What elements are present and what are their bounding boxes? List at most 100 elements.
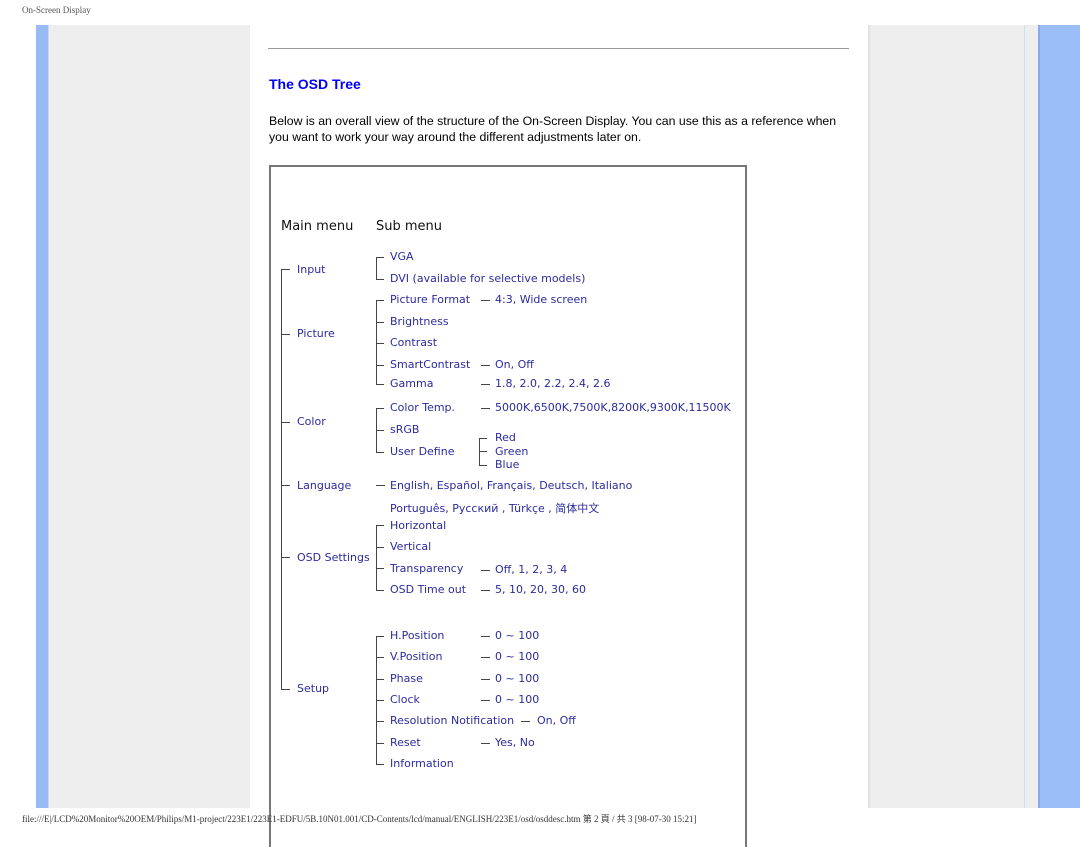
dash <box>481 408 490 409</box>
ud-tick-1 <box>479 451 487 452</box>
dash <box>481 590 490 591</box>
page-title: The OSD Tree <box>269 76 361 92</box>
ud-tick-0 <box>479 438 487 439</box>
dash <box>481 700 490 701</box>
sub-item-red: Red <box>495 431 516 444</box>
value-phase: 0 ~ 100 <box>495 672 540 685</box>
color-tick-0 <box>376 408 384 409</box>
osd-bracket <box>376 525 377 590</box>
value-transparency: Off, 1, 2, 3, 4 <box>495 563 568 576</box>
sub-item-osd-timeout: OSD Time out <box>390 583 467 596</box>
tick-input <box>281 269 290 270</box>
value-gamma: 1.8, 2.0, 2.2, 2.4, 2.6 <box>495 377 611 390</box>
left-side-panel <box>49 25 250 808</box>
dash <box>376 485 385 486</box>
dash <box>521 721 530 722</box>
sub-item-vga: VGA <box>390 250 414 263</box>
osd-tick-3 <box>376 590 384 591</box>
tick-picture <box>281 334 290 335</box>
left-accent-bar <box>36 25 49 808</box>
page-header-label: On-Screen Display <box>22 5 91 15</box>
right-side-panel <box>868 25 1027 808</box>
sub-menu-header: Sub menu <box>376 219 443 234</box>
sub-item-smartcontrast: SmartContrast <box>390 358 471 371</box>
page-footer-path: file:///E|/LCD%20Monitor%20OEM/Philips/M… <box>22 814 697 824</box>
picture-tick-2 <box>376 343 384 344</box>
setup-tick-3 <box>376 700 384 701</box>
tick-setup <box>281 689 290 690</box>
value-h-position: 0 ~ 100 <box>495 629 540 642</box>
dash <box>481 679 490 680</box>
input-bracket-bottom <box>376 279 384 280</box>
sub-item-transparency: Transparency <box>390 562 464 575</box>
right-gap-panel <box>1025 25 1038 808</box>
setup-tick-2 <box>376 679 384 680</box>
sub-item-picture-format: Picture Format <box>390 293 471 306</box>
main-item-color: Color <box>297 415 326 428</box>
sub-item-green: Green <box>495 445 529 458</box>
osd-tick-2 <box>376 568 384 569</box>
tick-osd <box>281 557 290 558</box>
dash <box>481 384 490 385</box>
dash <box>481 743 490 744</box>
picture-tick-4 <box>376 384 384 385</box>
main-item-setup: Setup <box>297 682 330 695</box>
picture-tick-1 <box>376 322 384 323</box>
sub-item-brightness: Brightness <box>390 315 449 328</box>
value-reset: Yes, No <box>495 736 535 749</box>
value-smartcontrast: On, Off <box>495 358 534 371</box>
sub-item-vertical: Vertical <box>390 540 432 553</box>
value-clock: 0 ~ 100 <box>495 693 540 706</box>
value-color-temp: 5000K,6500K,7500K,8200K,9300K,11500K <box>495 401 731 414</box>
sub-item-user-define: User Define <box>390 445 455 458</box>
value-osd-timeout: 5, 10, 20, 30, 60 <box>495 583 586 596</box>
main-menu-header: Main menu <box>281 219 354 234</box>
right-accent-bar <box>1038 25 1080 808</box>
setup-tick-5 <box>376 743 384 744</box>
sub-item-contrast: Contrast <box>390 336 438 349</box>
value-resolution-notification: On, Off <box>537 714 576 727</box>
language-options-line1: English, Español, Français, Deutsch, Ita… <box>390 479 633 492</box>
osd-tree-diagram: Main menu Sub menu Input Picture Color L… <box>269 165 747 847</box>
value-picture-format: 4:3, Wide screen <box>495 293 588 306</box>
input-bracket <box>376 257 377 279</box>
horizontal-rule <box>268 48 849 49</box>
intro-paragraph: Below is an overall view of the structur… <box>269 114 837 144</box>
sub-item-information: Information <box>390 757 454 770</box>
main-item-picture: Picture <box>297 327 335 340</box>
osd-tick-0 <box>376 525 384 526</box>
picture-tick-0 <box>376 300 384 301</box>
tick-language <box>281 485 290 486</box>
dash <box>481 365 490 366</box>
osd-tick-1 <box>376 547 384 548</box>
main-item-input: Input <box>297 263 326 276</box>
setup-tick-4 <box>376 721 384 722</box>
color-tick-2 <box>376 452 384 453</box>
dash <box>481 300 490 301</box>
setup-tick-6 <box>376 764 384 765</box>
picture-tick-3 <box>376 365 384 366</box>
tick-color <box>281 422 290 423</box>
color-tick-1 <box>376 430 384 431</box>
sub-item-blue: Blue <box>495 458 520 471</box>
sub-item-srgb: sRGB <box>390 423 420 436</box>
sub-item-color-temp: Color Temp. <box>390 401 456 414</box>
sub-item-clock: Clock <box>390 693 420 706</box>
dash <box>481 570 490 571</box>
sub-item-h-position: H.Position <box>390 629 445 642</box>
main-tree-trunk <box>281 269 282 690</box>
setup-tick-1 <box>376 657 384 658</box>
sub-item-horizontal: Horizontal <box>390 519 447 532</box>
setup-tick-0 <box>376 636 384 637</box>
sub-item-resolution-notification: Resolution Notification <box>390 714 515 727</box>
dash <box>481 636 490 637</box>
dash <box>481 657 490 658</box>
language-options-line2: Português, Русский , Türkçe , 简体中文 <box>390 502 600 515</box>
sub-item-v-position: V.Position <box>390 650 443 663</box>
input-bracket-top <box>376 257 384 258</box>
main-item-language: Language <box>297 479 352 492</box>
sub-item-reset: Reset <box>390 736 421 749</box>
main-item-osd-settings: OSD Settings <box>297 551 370 564</box>
sub-item-dvi: DVI (available for selective models) <box>390 272 586 285</box>
value-v-position: 0 ~ 100 <box>495 650 540 663</box>
